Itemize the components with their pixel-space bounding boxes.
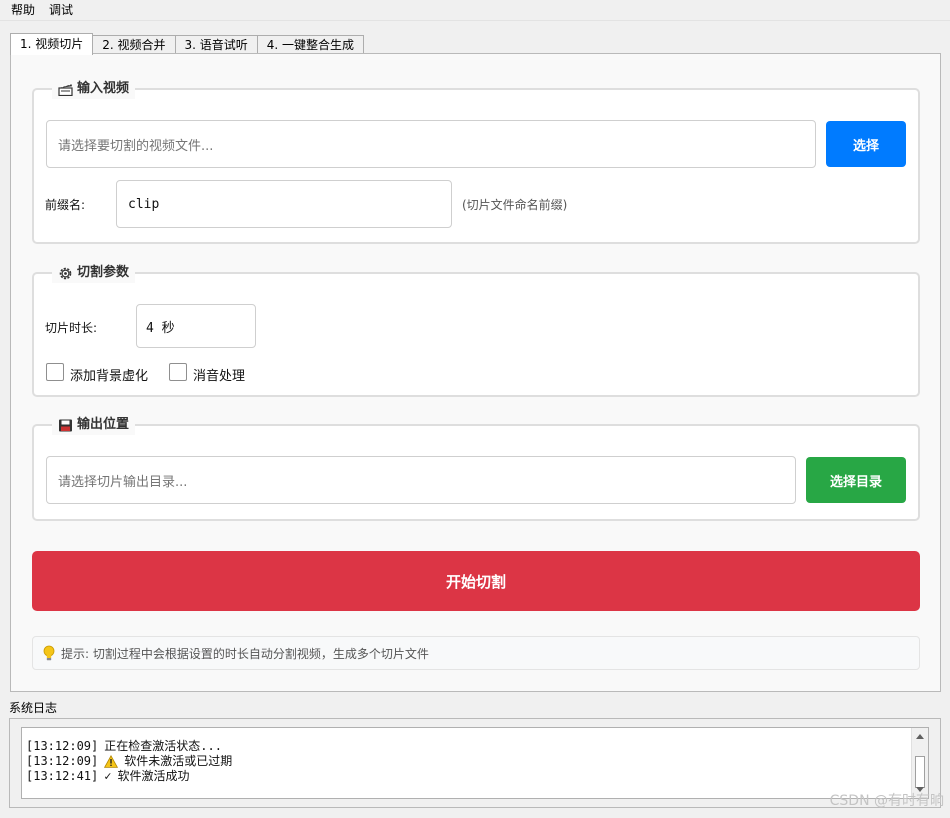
select-output-dir-button[interactable]: 选择目录: [806, 457, 906, 503]
tab-panel-video-slice: 输入视频 请选择要切割的视频文件... 选择 前缀名: clip (切片文件命名…: [10, 53, 941, 692]
slice-params-group-title: 切割参数: [52, 263, 136, 283]
duration-spinbox[interactable]: 4 秒: [136, 304, 256, 348]
slice-params-group: 切割参数 切片时长: 4 秒 添加背景虚化 消音处理: [32, 263, 920, 397]
output-location-group: 输出位置 请选择切片输出目录... 选择目录: [32, 415, 920, 521]
duration-value: 4 秒: [146, 320, 175, 336]
output-location-group-title: 输出位置: [52, 415, 136, 435]
floppy-disk-icon: [59, 419, 72, 431]
log-time: [13:12:09]: [26, 754, 99, 768]
prefix-value: clip: [128, 196, 160, 212]
log-text: 软件激活成功: [117, 769, 190, 783]
prefix-label: 前缀名:: [45, 198, 86, 212]
slice-params-group-label: 切割参数: [77, 265, 130, 280]
check-icon: ✓: [104, 769, 112, 783]
log-scrollbar[interactable]: [911, 728, 928, 798]
menu-bar: 帮助 调试: [0, 0, 950, 21]
video-file-placeholder: 请选择要切割的视频文件...: [58, 138, 214, 154]
input-video-group-label: 输入视频: [77, 81, 130, 96]
tab-voice-preview[interactable]: 3. 语音试听: [174, 35, 258, 54]
blur-background-label: 添加背景虚化: [70, 369, 149, 384]
tab-video-merge[interactable]: 2. 视频合并: [92, 35, 176, 54]
log-text: 正在检查激活状态...: [104, 739, 222, 753]
mute-label: 消音处理: [193, 369, 246, 384]
system-log-title: 系统日志: [9, 701, 58, 715]
log-line: [13:12:09] 正在检查激活状态...: [26, 739, 924, 754]
log-text: 软件未激活或已过期: [124, 754, 233, 768]
csdn-watermark: CSDN @有时有晌: [829, 793, 944, 809]
prefix-hint: (切片文件命名前缀): [462, 198, 568, 212]
mute-checkbox[interactable]: [169, 363, 187, 381]
output-dir-placeholder: 请选择切片输出目录...: [58, 474, 188, 490]
output-location-group-label: 输出位置: [77, 417, 130, 432]
scrollbar-thumb[interactable]: [915, 756, 925, 788]
video-file-input[interactable]: 请选择要切割的视频文件...: [46, 120, 816, 168]
system-log-frame: [13:12:09] 正在检查激活状态... [13:12:09] 软件未激活或…: [9, 718, 941, 808]
log-time: [13:12:09]: [26, 739, 99, 753]
select-video-button[interactable]: 选择: [826, 121, 906, 167]
menu-help[interactable]: 帮助: [4, 0, 42, 21]
system-log-textarea[interactable]: [13:12:09] 正在检查激活状态... [13:12:09] 软件未激活或…: [21, 727, 929, 799]
gear-icon: [59, 267, 72, 279]
duration-label: 切片时长:: [45, 321, 98, 335]
output-dir-input[interactable]: 请选择切片输出目录...: [46, 456, 796, 504]
log-line: [13:12:41] ✓ 软件激活成功: [26, 769, 924, 784]
tab-one-click-generate[interactable]: 4. 一键整合生成: [256, 35, 365, 54]
input-video-group: 输入视频 请选择要切割的视频文件... 选择 前缀名: clip (切片文件命名…: [32, 79, 920, 244]
tab-video-slice[interactable]: 1. 视频切片: [10, 33, 94, 55]
tip-text: 提示: 切割过程中会根据设置的时长自动分割视频，生成多个切片文件: [61, 646, 429, 661]
start-slice-button[interactable]: 开始切割: [32, 551, 920, 611]
menu-debug[interactable]: 调试: [42, 0, 80, 21]
tip-box: 提示: 切割过程中会根据设置的时长自动分割视频，生成多个切片文件: [32, 636, 920, 670]
input-video-group-title: 输入视频: [52, 79, 136, 99]
tab-bar: 1. 视频切片 2. 视频合并 3. 语音试听 4. 一键整合生成: [10, 33, 365, 55]
warning-icon: [104, 755, 119, 768]
blur-background-checkbox[interactable]: [46, 363, 64, 381]
log-line: [13:12:09] 软件未激活或已过期: [26, 754, 924, 769]
lightbulb-icon: [43, 645, 55, 661]
clapperboard-icon: [58, 83, 73, 96]
prefix-input[interactable]: clip: [116, 180, 452, 228]
log-time: [13:12:41]: [26, 769, 99, 783]
scroll-up-arrow-icon[interactable]: [916, 734, 924, 739]
